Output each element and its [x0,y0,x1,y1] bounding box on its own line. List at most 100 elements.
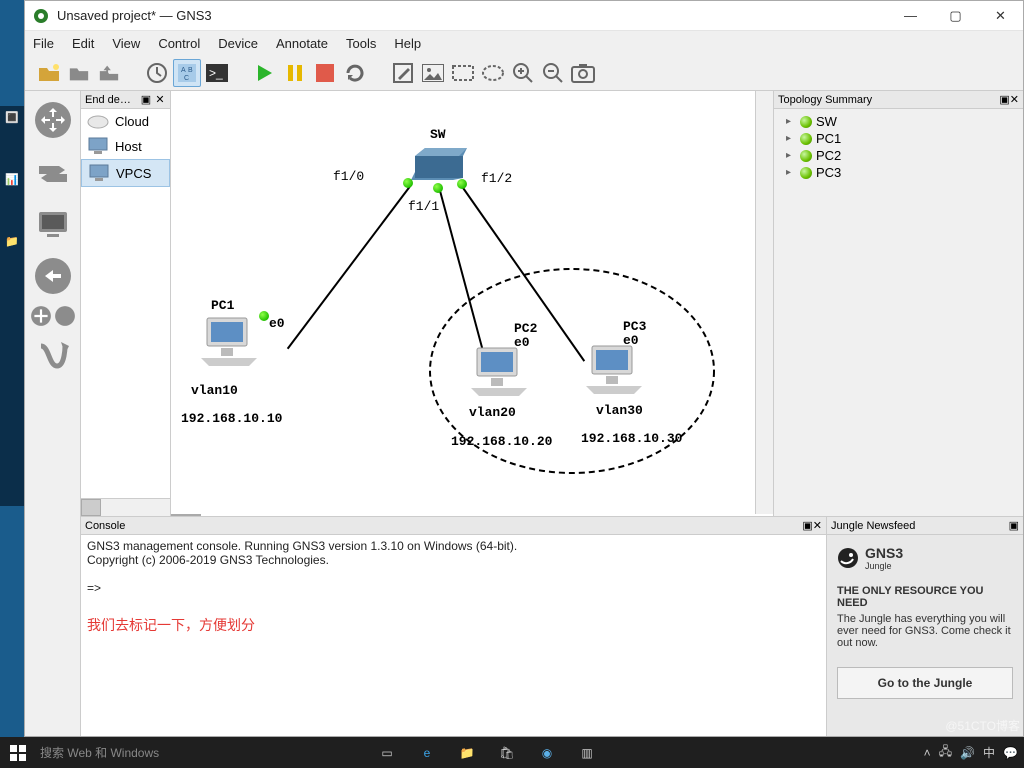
tree-node-pc1[interactable]: ▸PC1 [778,130,1019,147]
open-button[interactable] [35,59,63,87]
screenshot-button[interactable] [569,59,597,87]
browse-button[interactable] [54,305,76,327]
device-toolbar [25,91,81,736]
image-button[interactable] [419,59,447,87]
tray-expand-icon[interactable]: ˄ [924,746,931,760]
palette-undock-icon[interactable]: ▣ [140,93,152,106]
save-button[interactable] [65,59,93,87]
console-title: Console [85,520,802,532]
all-devices-button[interactable] [30,305,52,327]
notifications-icon[interactable]: 💬 [1003,746,1018,760]
panel-undock-icon[interactable]: ▣ [999,93,1009,106]
tree-node-sw[interactable]: ▸SW [778,113,1019,130]
network-icon[interactable]: 🖧 [939,742,952,763]
window-title: Unsaved project* — GNS3 [57,8,212,23]
monitor-icon [87,137,109,155]
start-all-button[interactable] [251,59,279,87]
annotate-button[interactable] [389,59,417,87]
zoom-out-button[interactable] [539,59,567,87]
port-f11[interactable] [433,183,443,193]
pc2-vlan: vlan20 [469,405,516,420]
palette-item-cloud[interactable]: Cloud [81,109,170,133]
browser-icon[interactable]: ◉ [536,742,558,764]
palette-item-vpcs[interactable]: VPCS [81,159,170,187]
pc1-label: PC1 [211,298,234,313]
tree-node-pc2[interactable]: ▸PC2 [778,147,1019,164]
topology-canvas[interactable]: SW f1/0 f1/1 f1/2 [171,91,755,514]
topology-summary-panel: Topology Summary ▣ ✕ ▸SW ▸PC1 ▸PC2 ▸PC3 [773,91,1023,516]
svg-text:C: C [184,75,189,82]
minimize-button[interactable]: — [888,2,933,30]
port-pc1-e0[interactable] [259,311,269,321]
pc1-iface: e0 [269,316,285,331]
start-button[interactable] [0,737,36,768]
pc1-ip: 192.168.10.10 [181,411,282,426]
tree-node-pc3[interactable]: ▸PC3 [778,164,1019,181]
task-view-icon[interactable]: ▭ [376,742,398,764]
palette-item-host[interactable]: Host [81,133,170,159]
gns3-task-icon[interactable]: ▥ [576,742,598,764]
topology-summary-title: Topology Summary [778,94,999,106]
close-button[interactable]: ✕ [978,2,1023,30]
pc3-label: PC3 [623,319,646,334]
label-f11: f1/1 [408,199,439,214]
windows-taskbar: 搜索 Web 和 Windows ▭ e 📁 🛍 ◉ ▥ ˄ 🖧 🔊 中 💬 [0,737,1024,768]
newsfeed-title: Jungle Newsfeed [831,520,1009,532]
show-labels-button[interactable]: ABC [173,59,201,87]
console-panel: Console ▣ ✕ GNS3 management console. Run… [81,517,827,736]
menu-edit[interactable]: Edit [72,36,94,51]
label-f10: f1/0 [333,169,364,184]
menu-file[interactable]: File [33,36,54,51]
taskbar-search[interactable]: 搜索 Web 和 Windows [36,744,316,761]
palette-title: End de… [85,94,138,106]
canvas-hscroll[interactable] [171,514,773,516]
newsfeed-undock-icon[interactable]: ▣ [1009,519,1019,532]
ellipse-button[interactable] [479,59,507,87]
port-f10[interactable] [403,178,413,188]
menu-tools[interactable]: Tools [346,36,376,51]
pc3-ip: 192.168.10.30 [581,431,682,446]
menu-device[interactable]: Device [218,36,258,51]
store-icon[interactable]: 🛍 [496,742,518,764]
reload-button[interactable] [341,59,369,87]
snapshot-button[interactable] [143,59,171,87]
pc3-iface: e0 [623,333,639,348]
export-button[interactable] [95,59,123,87]
edge-icon[interactable]: e [416,742,438,764]
newsfeed-headline: THE ONLY RESOURCE YOU NEED [837,585,1013,609]
svg-text:>_: >_ [209,66,223,80]
palette-close-icon[interactable]: ✕ [154,93,166,106]
rectangle-button[interactable] [449,59,477,87]
switches-button[interactable] [30,149,76,195]
go-to-jungle-button[interactable]: Go to the Jungle [837,667,1013,699]
pc2-label: PC2 [514,321,537,336]
stop-all-button[interactable] [311,59,339,87]
switch-node[interactable] [411,146,471,182]
console-button[interactable]: >_ [203,59,231,87]
console-close-icon[interactable]: ✕ [813,519,822,532]
port-f12[interactable] [457,179,467,189]
device-palette: End de… ▣ ✕ Cloud Host [81,91,171,516]
menu-annotate[interactable]: Annotate [276,36,328,51]
console-output[interactable]: GNS3 management console. Running GNS3 ve… [81,535,826,736]
panel-close-icon[interactable]: ✕ [1010,93,1019,106]
canvas-vscroll[interactable] [755,91,773,514]
palette-scrollbar[interactable] [81,498,170,516]
console-undock-icon[interactable]: ▣ [802,519,812,532]
menu-control[interactable]: Control [158,36,200,51]
menu-help[interactable]: Help [394,36,421,51]
menu-view[interactable]: View [112,36,140,51]
volume-icon[interactable]: 🔊 [960,746,975,760]
security-button[interactable] [30,253,76,299]
pc1-node[interactable] [201,316,257,366]
end-devices-button[interactable] [30,201,76,247]
explorer-icon[interactable]: 📁 [456,742,478,764]
routers-button[interactable] [30,97,76,143]
pc3-node[interactable] [586,344,642,394]
zoom-in-button[interactable] [509,59,537,87]
maximize-button[interactable]: ▢ [933,2,978,30]
link-button[interactable] [30,333,76,379]
pc2-node[interactable] [471,346,527,396]
pause-all-button[interactable] [281,59,309,87]
ime-icon[interactable]: 中 [983,744,995,761]
